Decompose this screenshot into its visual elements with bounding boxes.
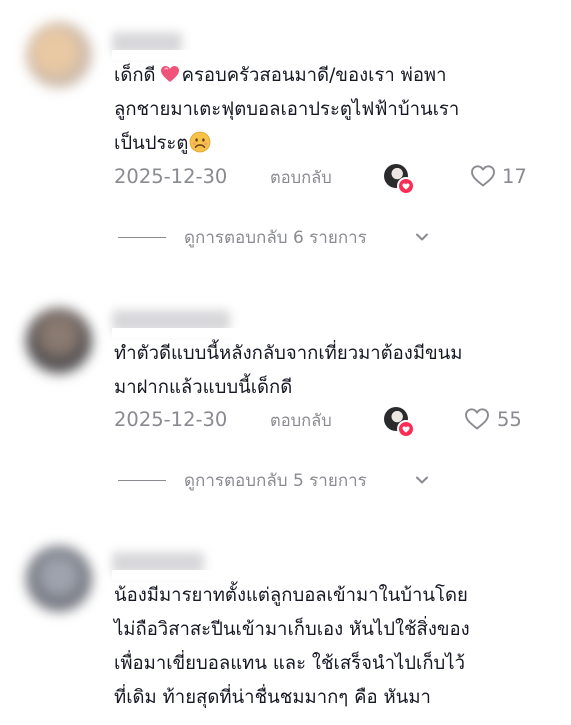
commenter-avatar[interactable] — [26, 546, 92, 612]
comment-date: 2025-12-30 — [114, 165, 228, 188]
comment-text-line: เป็นประตู — [114, 133, 189, 154]
comment-meta: 2025-12-30 ตอบกลับ 55 — [114, 405, 534, 438]
like-heart-icon[interactable] — [464, 407, 490, 431]
view-replies-label: ดูการตอบกลับ 6 รายการ — [184, 228, 367, 248]
comment-text-line: เด็กดี — [114, 65, 156, 86]
comment-text-line: น้องมีมารยาทตั้งแต่ลูกบอลเข้ามาในบ้านโดย — [114, 585, 468, 606]
comment-date: 2025-12-30 — [114, 408, 228, 431]
comment-text-line: ลูกชายมาเตะฟุตบอลเอาประตูไฟฟ้าบ้านเรา — [114, 99, 460, 120]
comment-text-line: เพื่อมาเขี่ยบอลแทน และ ใช้เสร็จนำไปเก็บไ… — [114, 653, 465, 674]
creator-heart-icon — [397, 177, 415, 195]
comment-text-line: ครอบครัวสอนมาดี/ของเรา พ่อพา — [181, 65, 447, 86]
reply-button[interactable]: ตอบกลับ — [270, 406, 332, 436]
frowning-face-emoji-icon — [189, 131, 211, 153]
comment-text-line: ที่เดิม ท้ายสุดที่น่าชื่นชมมากๆ คือ หันม… — [114, 687, 431, 708]
like-count: 17 — [502, 165, 527, 188]
view-replies-label: ดูการตอบกลับ 5 รายการ — [184, 471, 367, 491]
heart-emoji-icon — [160, 66, 179, 82]
replies-divider — [118, 480, 166, 481]
chevron-down-icon — [416, 476, 428, 484]
comment-text-line: ไม่ถือวิสาสะปีนเข้ามาเก็บเอง หันไปใช้สิ่… — [114, 619, 470, 640]
comment-text: ทำตัวดีแบบนี้หลังกลับจากเที่ยวมาต้องมีขน… — [114, 337, 534, 405]
creator-heart-icon — [397, 420, 415, 438]
view-replies-button[interactable]: ดูการตอบกลับ 5 รายการ — [118, 468, 438, 494]
commenter-avatar[interactable] — [26, 22, 92, 88]
comment-text: น้องมีมารยาทตั้งแต่ลูกบอลเข้ามาในบ้านโดย… — [114, 579, 534, 715]
comment-meta: 2025-12-30 ตอบกลับ 17 — [114, 162, 534, 195]
commenter-avatar[interactable] — [26, 308, 92, 374]
reply-button[interactable]: ตอบกลับ — [270, 163, 332, 193]
comment-text-line: มาฝากแล้วแบบนี้เด็กดี — [114, 377, 293, 398]
comment-text: เด็กดี ครอบครัวสอนมาดี/ของเรา พ่อพา ลูกชา… — [114, 59, 534, 161]
chevron-down-icon — [416, 233, 428, 241]
comment-text-line: ทำตัวดีแบบนี้หลังกลับจากเที่ยวมาต้องมีขน… — [114, 343, 463, 364]
view-replies-button[interactable]: ดูการตอบกลับ 6 รายการ — [118, 225, 438, 251]
replies-divider — [118, 237, 166, 238]
like-count: 55 — [497, 408, 522, 431]
like-heart-icon[interactable] — [470, 164, 496, 188]
